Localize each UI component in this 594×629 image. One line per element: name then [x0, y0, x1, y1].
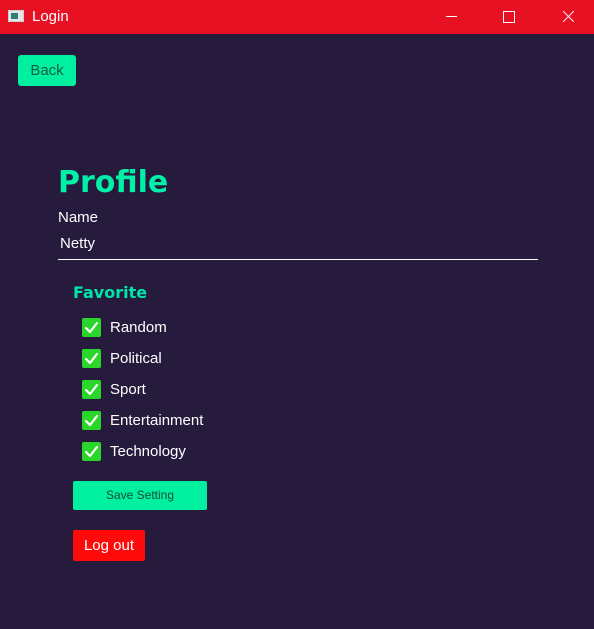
minimize-button[interactable] — [428, 0, 474, 34]
favorite-option-label: Political — [110, 350, 162, 367]
name-label: Name — [58, 209, 99, 226]
checkbox-checked-icon[interactable] — [82, 411, 101, 430]
favorite-option-label: Sport — [110, 381, 146, 398]
checkbox-checked-icon[interactable] — [82, 318, 101, 337]
name-value[interactable]: Netty — [60, 235, 95, 253]
maximize-icon — [503, 11, 515, 23]
save-setting-button[interactable]: Save Setting — [73, 481, 207, 510]
page-title: Profile — [58, 165, 169, 200]
checkbox-checked-icon[interactable] — [82, 349, 101, 368]
maximize-button[interactable] — [486, 0, 532, 34]
favorite-option-label: Random — [110, 319, 167, 336]
minimize-icon — [446, 16, 457, 17]
favorite-option-label: Technology — [110, 443, 186, 460]
checkbox-checked-icon[interactable] — [82, 380, 101, 399]
name-field[interactable]: Netty — [58, 232, 538, 260]
back-button[interactable]: Back — [18, 55, 76, 86]
close-button[interactable] — [546, 0, 592, 34]
window-app-icon — [8, 10, 24, 22]
checkbox-checked-icon[interactable] — [82, 442, 101, 461]
window-title: Login — [32, 8, 69, 25]
window-titlebar[interactable]: Login — [0, 0, 594, 34]
logout-button[interactable]: Log out — [73, 530, 145, 561]
favorite-heading: Favorite — [73, 283, 148, 302]
favorite-option-label: Entertainment — [110, 412, 204, 429]
